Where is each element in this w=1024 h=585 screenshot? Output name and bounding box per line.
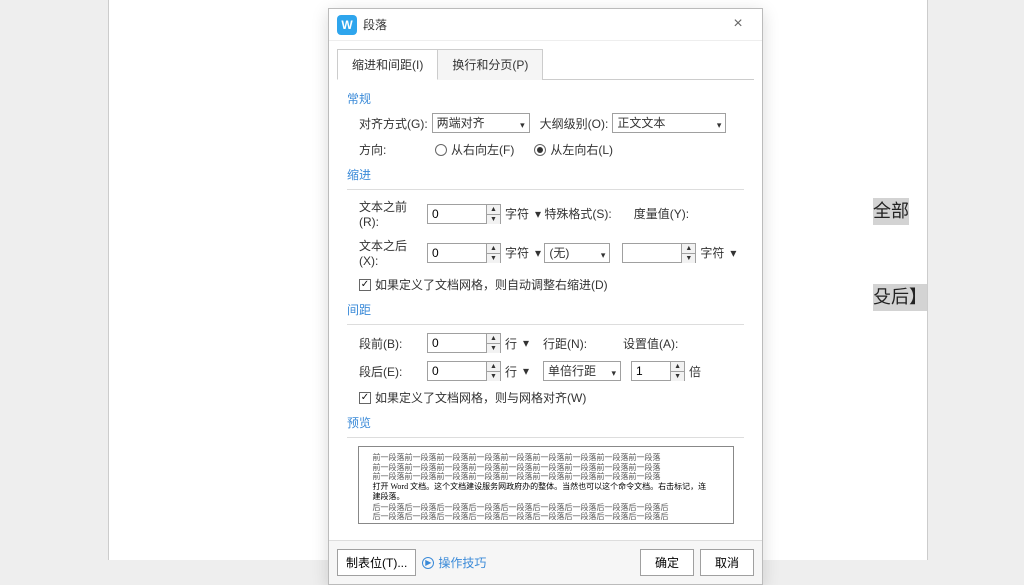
spinner-down-icon[interactable]: ▼ <box>487 372 500 381</box>
alignment-label: 对齐方式(G): <box>359 115 428 132</box>
tabs: 缩进和间距(I) 换行和分页(P) <box>329 41 762 80</box>
special-format-dropdown[interactable]: (无) <box>544 243 610 263</box>
indent-after-spinner[interactable]: ▲ ▼ <box>427 243 501 263</box>
special-format-label: 特殊格式(S): <box>544 205 611 222</box>
section-spacing: 间距 <box>347 301 744 318</box>
preview-sample-text: 建段落。 <box>373 492 719 502</box>
space-after-input[interactable] <box>428 362 486 380</box>
separator <box>347 324 744 325</box>
space-before-label: 段前(B): <box>359 335 423 352</box>
section-preview: 预览 <box>347 414 744 431</box>
preview-ghost-text: 后一段落后一段落后一段落后一段落后一段落后一段落后一段落后一段落后一段落后 <box>373 512 719 522</box>
tabstops-button[interactable]: 制表位(T)... <box>337 549 416 576</box>
cancel-button[interactable]: 取消 <box>700 549 754 576</box>
space-after-label: 段后(E): <box>359 363 423 380</box>
setvalue-label: 设置值(A): <box>623 335 678 352</box>
indent-after-input[interactable] <box>428 244 486 262</box>
checkbox-checked-icon: ✓ <box>359 279 371 291</box>
paragraph-dialog: W 段落 × 缩进和间距(I) 换行和分页(P) 常规 对齐方式(G): 两端对… <box>328 8 763 585</box>
spinner-buttons: ▲ ▼ <box>670 362 684 380</box>
doc-text: 殳后】 <box>873 284 927 311</box>
app-icon: W <box>337 15 357 35</box>
dialog-bottom-bar: 制表位(T)... ▶ 操作技巧 确定 取消 <box>329 540 762 584</box>
unit-char: 字符 <box>505 244 529 261</box>
setvalue-input[interactable] <box>632 362 670 380</box>
radio-ltr[interactable]: 从左向右(L) <box>534 141 613 158</box>
space-before-input[interactable] <box>428 334 486 352</box>
radio-rtl[interactable]: 从右向左(F) <box>435 141 514 158</box>
snap-grid-checkbox[interactable]: ✓ 如果定义了文档网格，则与网格对齐(W) <box>359 389 586 406</box>
preview-sample-text: 打开 Word 文档。这个文档建设服务网政府办的整体。当然也可以这个命令文档。右… <box>373 482 719 492</box>
preview-ghost-text: 前一段落前一段落前一段落前一段落前一段落前一段落前一段落前一段落前一段落 <box>373 453 719 463</box>
auto-adjust-checkbox[interactable]: ✓ 如果定义了文档网格，则自动调整右缩进(D) <box>359 276 608 293</box>
linespace-dropdown[interactable]: 单倍行距 <box>543 361 621 381</box>
tab-indent-spacing[interactable]: 缩进和间距(I) <box>337 49 438 80</box>
spinner-down-icon[interactable]: ▼ <box>487 215 500 224</box>
panel: 常规 对齐方式(G): 两端对齐 大纲级别(O): 正文文本 方向: 从右向左(… <box>329 80 762 540</box>
indent-before-spinner[interactable]: ▲ ▼ <box>427 204 501 224</box>
separator <box>347 437 744 438</box>
outline-label: 大纲级别(O): <box>540 115 609 132</box>
measure-input[interactable] <box>623 244 681 262</box>
preview-ghost-text: 前一段落前一段落前一段落前一段落前一段落前一段落前一段落前一段落前一段落 <box>373 472 719 482</box>
space-before-spinner[interactable]: ▲ ▼ <box>427 333 501 353</box>
titlebar: W 段落 × <box>329 9 762 41</box>
spinner-up-icon[interactable]: ▲ <box>487 205 500 215</box>
spinner-buttons: ▲ ▼ <box>681 244 695 262</box>
unit-line: 行 <box>505 335 517 352</box>
unit-line: 行 <box>505 363 517 380</box>
tips-link[interactable]: ▶ 操作技巧 <box>422 554 486 571</box>
unit-char: 字符 <box>700 244 724 261</box>
unit-char: 字符 <box>505 205 529 222</box>
radio-circle-icon <box>534 144 546 156</box>
space-after-spinner[interactable]: ▲ ▼ <box>427 361 501 381</box>
spinner-down-icon[interactable]: ▼ <box>487 254 500 263</box>
indent-before-input[interactable] <box>428 205 486 223</box>
preview-ghost-text: 后一段落后一段落后一段落后一段落后一段落后一段落后一段落后一段落后一段落后 <box>373 503 719 513</box>
setvalue-spinner[interactable]: ▲ ▼ <box>631 361 685 381</box>
play-icon: ▶ <box>422 557 434 569</box>
spinner-buttons: ▲ ▼ <box>486 334 500 352</box>
direction-label: 方向: <box>359 141 431 158</box>
spinner-up-icon[interactable]: ▲ <box>671 362 684 372</box>
close-icon[interactable]: × <box>722 13 754 37</box>
spinner-buttons: ▲ ▼ <box>486 362 500 380</box>
spinner-buttons: ▲ ▼ <box>486 244 500 262</box>
alignment-dropdown[interactable]: 两端对齐 <box>432 113 530 133</box>
spinner-down-icon[interactable]: ▼ <box>682 254 695 263</box>
preview-ghost-text: 前一段落前一段落前一段落前一段落前一段落前一段落前一段落前一段落前一段落 <box>373 463 719 473</box>
radio-circle-icon <box>435 144 447 156</box>
spinner-up-icon[interactable]: ▲ <box>682 244 695 254</box>
measure-label: 度量值(Y): <box>634 205 689 222</box>
linespace-label: 行距(N): <box>543 335 587 352</box>
spinner-up-icon[interactable]: ▲ <box>487 244 500 254</box>
separator <box>347 189 744 190</box>
section-indent: 缩进 <box>347 166 744 183</box>
spinner-buttons: ▲ ▼ <box>486 205 500 223</box>
spinner-up-icon[interactable]: ▲ <box>487 362 500 372</box>
unit-bei: 倍 <box>689 363 701 380</box>
outline-dropdown[interactable]: 正文文本 <box>612 113 726 133</box>
indent-after-label: 文本之后(X): <box>359 237 423 268</box>
section-general: 常规 <box>347 90 744 107</box>
preview-box: 前一段落前一段落前一段落前一段落前一段落前一段落前一段落前一段落前一段落 前一段… <box>358 446 734 524</box>
dialog-title: 段落 <box>363 16 722 33</box>
tab-line-pagebreak[interactable]: 换行和分页(P) <box>437 49 543 80</box>
doc-text: 全部 <box>873 198 909 225</box>
checkbox-checked-icon: ✓ <box>359 392 371 404</box>
indent-before-label: 文本之前(R): <box>359 198 423 229</box>
radio-dot-icon <box>537 147 543 153</box>
spinner-down-icon[interactable]: ▼ <box>487 344 500 353</box>
spinner-up-icon[interactable]: ▲ <box>487 334 500 344</box>
spinner-down-icon[interactable]: ▼ <box>671 372 684 381</box>
ok-button[interactable]: 确定 <box>640 549 694 576</box>
measure-spinner[interactable]: ▲ ▼ <box>622 243 696 263</box>
